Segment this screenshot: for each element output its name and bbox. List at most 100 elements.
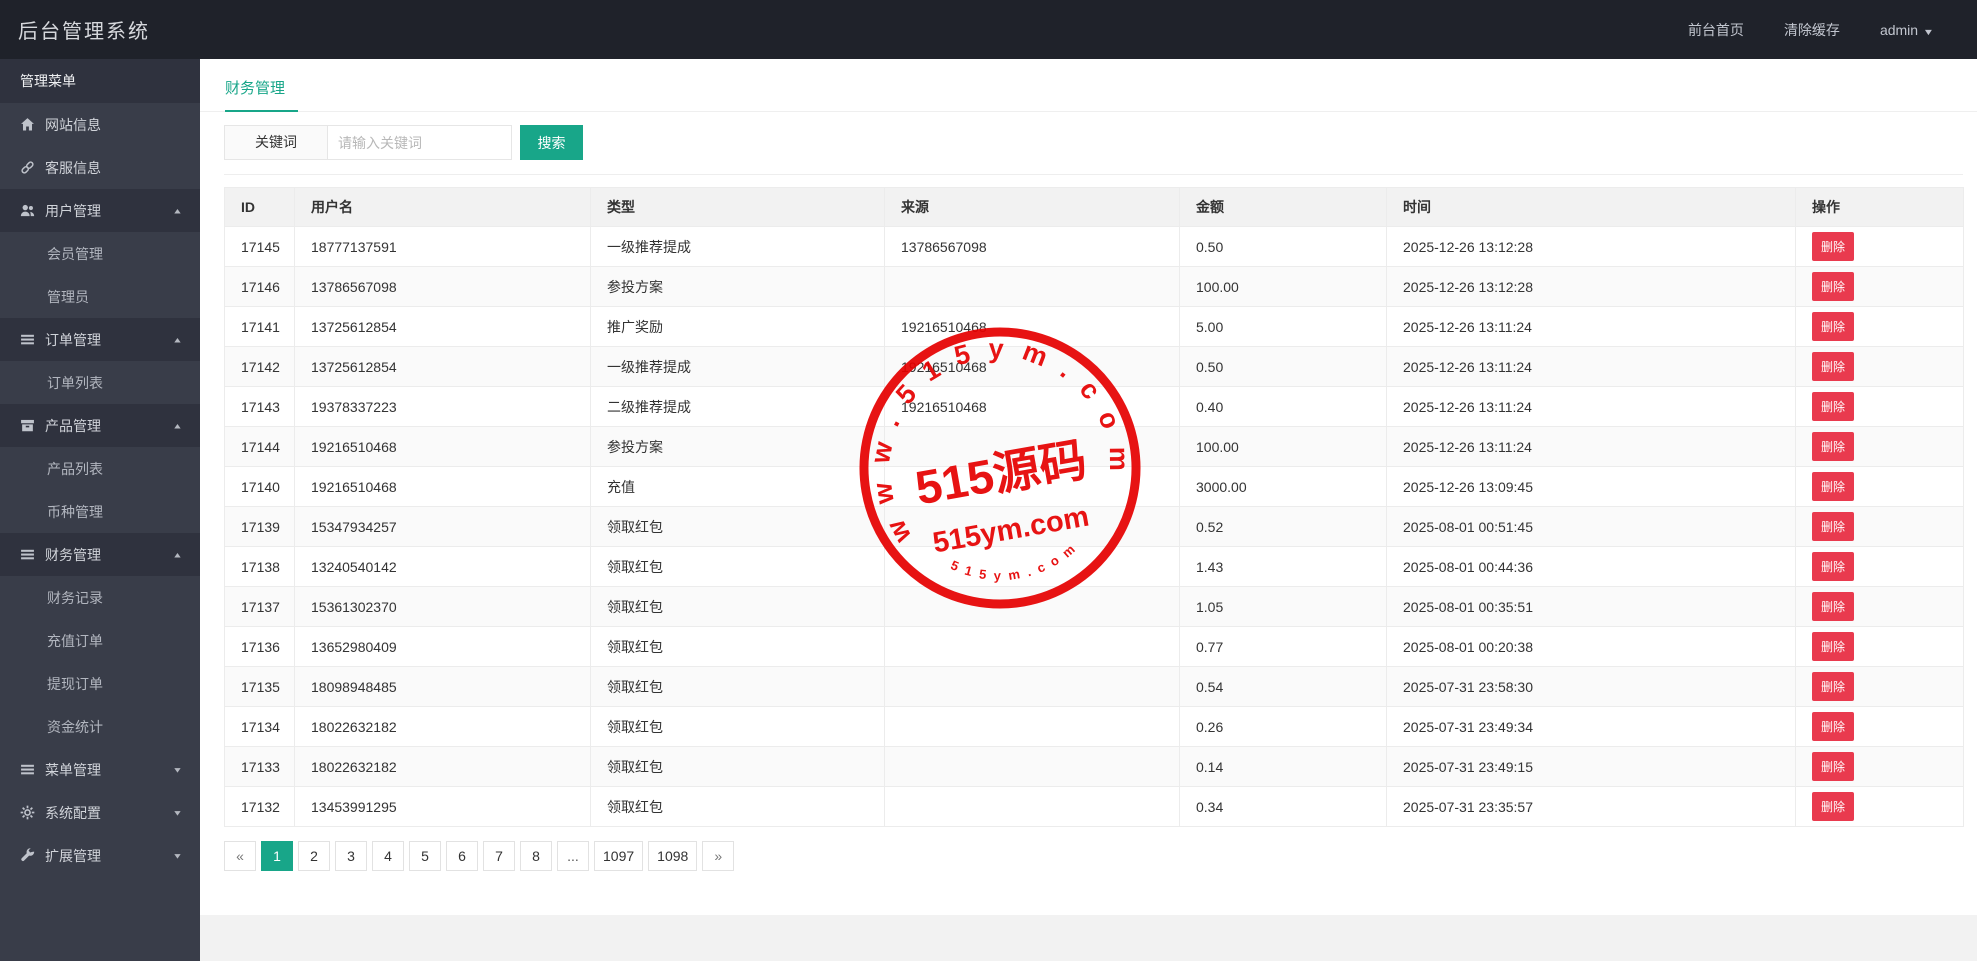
sidebar-subitem[interactable]: 提现订单 [0,662,200,705]
page-number[interactable]: 1097 [594,841,644,871]
delete-button[interactable]: 删除 [1812,512,1855,541]
keyword-label: 关键词 [224,125,328,160]
delete-button[interactable]: 删除 [1812,312,1855,341]
sidebar-item[interactable]: 扩展管理 ▼ [0,834,200,877]
sidebar-item[interactable]: 客服信息 [0,146,200,189]
table-cell [884,786,1180,827]
sidebar-subitem[interactable]: 管理员 [0,275,200,318]
table-cell [884,666,1180,707]
sidebar-item-label: 订单管理 [45,331,101,348]
delete-button[interactable]: 删除 [1812,232,1855,261]
sidebar-subitem[interactable]: 会员管理 [0,232,200,275]
delete-button[interactable]: 删除 [1812,632,1855,661]
sidebar-item[interactable]: 订单管理 ▲ [0,318,200,361]
delete-button[interactable]: 删除 [1812,712,1855,741]
table-row: 17137 15361302370 领取红包 1.05 2025-08-01 00:35… [224,586,1964,627]
table-cell: 0.54 [1179,666,1387,707]
page-prev[interactable]: « [224,841,256,871]
nav-front-home[interactable]: 前台首页 [1688,20,1744,40]
search-input[interactable] [328,125,512,160]
delete-button[interactable]: 删除 [1812,672,1855,701]
delete-button[interactable]: 删除 [1812,552,1855,581]
table-cell: 充值 [590,466,885,507]
table-row: 17138 13240540142 领取红包 1.43 2025-08-01 00:44… [224,546,1964,587]
delete-button[interactable]: 删除 [1812,592,1855,621]
sidebar-item[interactable]: 财务管理 ▲ [0,533,200,576]
delete-button[interactable]: 删除 [1812,352,1855,381]
table-row: 17136 13652980409 领取红包 0.77 2025-08-01 00:20… [224,626,1964,667]
delete-button[interactable]: 删除 [1812,272,1855,301]
table-row: 17133 18022632182 领取红包 0.14 2025-07-31 23:49… [224,746,1964,787]
table-cell: 2025-12-26 13:11:24 [1386,426,1796,467]
sidebar-item[interactable]: 菜单管理 ▼ [0,748,200,791]
table-cell: 领取红包 [590,746,885,787]
sidebar-item[interactable]: 系统配置 ▼ [0,791,200,834]
nav-clear-cache[interactable]: 清除缓存 [1784,20,1840,40]
page-number[interactable]: 3 [335,841,367,871]
table-cell: 2025-08-01 00:44:36 [1386,546,1796,587]
sidebar-title: 管理菜单 [0,59,200,103]
caret-up-icon: ▲ [172,206,183,215]
table-cell: 1.05 [1179,586,1387,627]
page-number[interactable]: 5 [409,841,441,871]
delete-button[interactable]: 删除 [1812,752,1855,781]
search-button[interactable]: 搜索 [520,125,583,160]
delete-button[interactable]: 删除 [1812,792,1855,821]
page-number[interactable]: 4 [372,841,404,871]
chevron-down-icon: ▼ [1922,26,1935,37]
sidebar-item[interactable]: 产品管理 ▲ [0,404,200,447]
column-header: 操作 [1795,187,1964,227]
table-cell: 17137 [224,586,295,627]
table-cell: 2025-07-31 23:35:57 [1386,786,1796,827]
table-cell: 17132 [224,786,295,827]
action-cell: 删除 [1795,386,1964,427]
table-cell: 17139 [224,506,295,547]
sidebar-subitem[interactable]: 充值订单 [0,619,200,662]
sidebar-item[interactable]: 用户管理 ▲ [0,189,200,232]
page-number[interactable]: 7 [483,841,515,871]
sidebar-subitem[interactable]: 币种管理 [0,490,200,533]
action-cell: 删除 [1795,426,1964,467]
user-menu[interactable]: admin ▼ [1879,21,1935,38]
table-cell: 参投方案 [590,426,885,467]
topnav: 前台首页 清除缓存 admin ▼ [1688,20,1977,40]
page-number[interactable]: 1098 [648,841,698,871]
content-footer [200,915,1977,961]
delete-button[interactable]: 删除 [1812,392,1855,421]
table-cell: 0.50 [1179,346,1387,387]
table-cell: 18022632182 [294,706,591,747]
table-cell: 3000.00 [1179,466,1387,507]
table-cell: 19216510468 [884,386,1180,427]
page-number[interactable]: 6 [446,841,478,871]
sidebar-subitem-label: 产品列表 [47,460,103,477]
table-cell: 领取红包 [590,706,885,747]
delete-button[interactable]: 删除 [1812,432,1855,461]
delete-button[interactable]: 删除 [1812,472,1855,501]
sidebar-subitem[interactable]: 财务记录 [0,576,200,619]
page-number[interactable]: 1 [261,841,293,871]
table-cell: 13786567098 [294,266,591,307]
page-number[interactable]: 2 [298,841,330,871]
table-cell: 领取红包 [590,626,885,667]
action-cell: 删除 [1795,626,1964,667]
action-cell: 删除 [1795,306,1964,347]
table-cell: 领取红包 [590,546,885,587]
table-cell: 领取红包 [590,506,885,547]
caret-down-icon: ▼ [172,765,183,774]
table-cell: 15347934257 [294,506,591,547]
tab-finance[interactable]: 财务管理 [225,77,299,112]
sidebar-subitem[interactable]: 产品列表 [0,447,200,490]
sidebar-subitem[interactable]: 资金统计 [0,705,200,748]
user-name: admin [1879,21,1919,38]
table-cell [884,266,1180,307]
table-cell [884,586,1180,627]
sidebar-item[interactable]: 网站信息 [0,103,200,146]
page-number[interactable]: 8 [520,841,552,871]
sidebar-subitem[interactable]: 订单列表 [0,361,200,404]
table-cell: 领取红包 [590,586,885,627]
table-cell [884,626,1180,667]
page-next[interactable]: » [702,841,735,871]
list-icon [20,762,35,777]
column-header: 用户名 [294,187,591,227]
table-cell: 13652980409 [294,626,591,667]
